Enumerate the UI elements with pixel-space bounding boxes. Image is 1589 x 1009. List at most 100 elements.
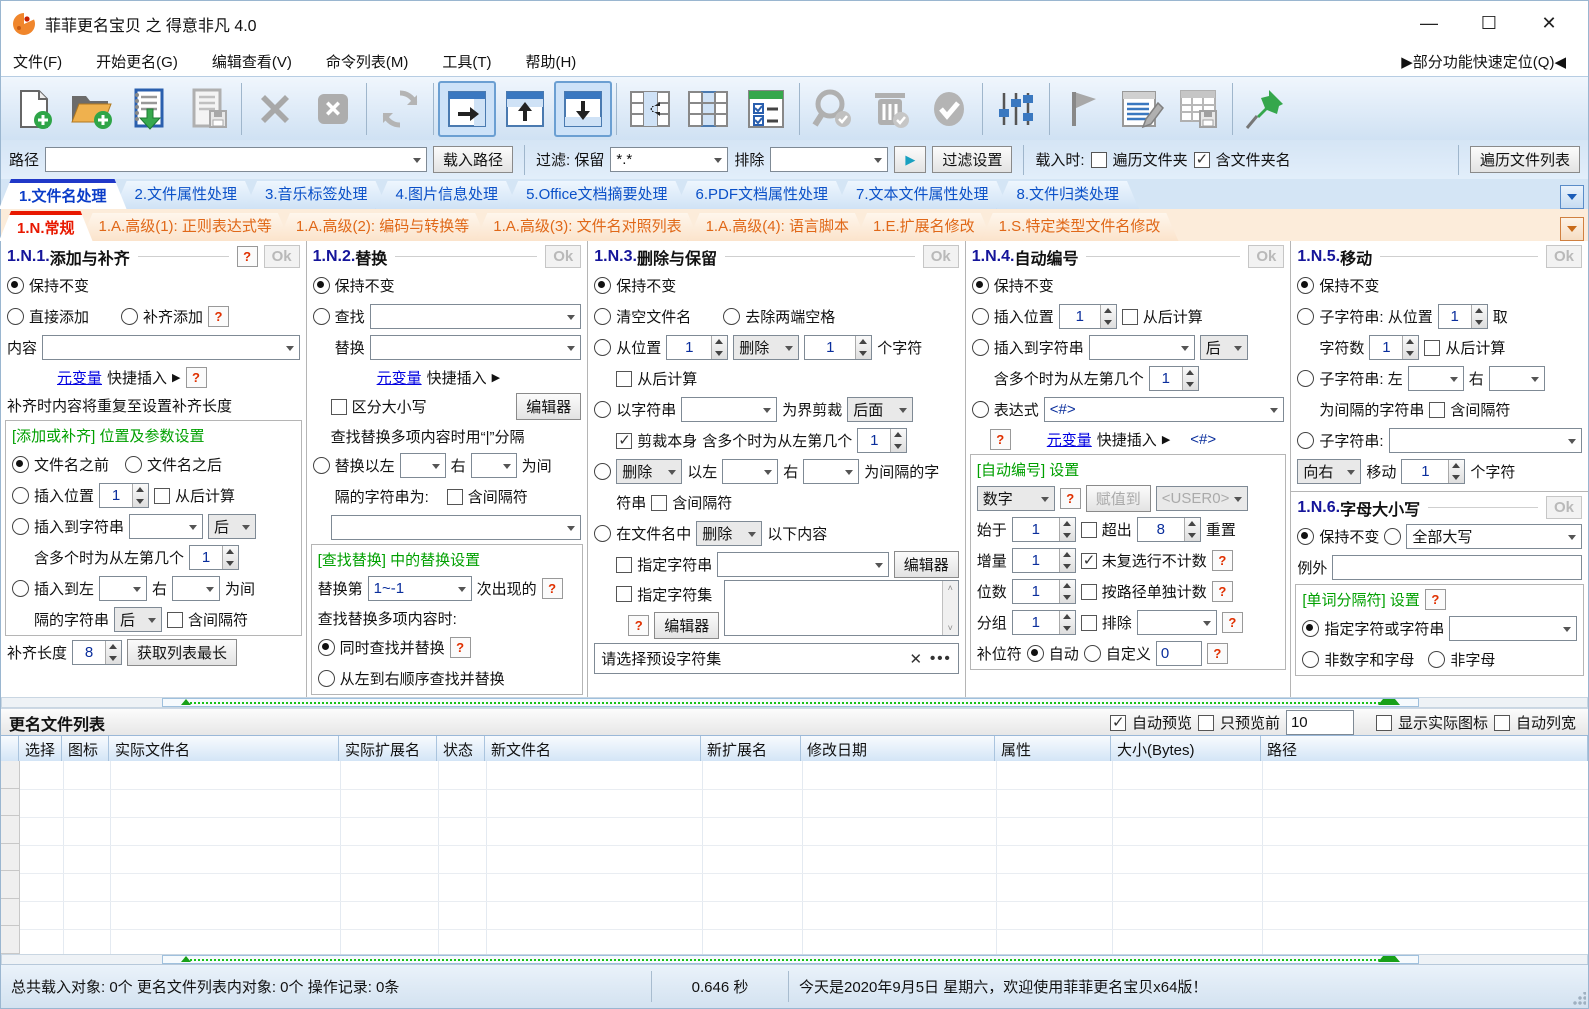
p4-overflow-checkbox[interactable] <box>1080 521 1097 538</box>
p4-per-path-checkbox[interactable] <box>1080 583 1097 600</box>
p4-assign-button[interactable]: 赋值到 <box>1085 485 1151 512</box>
p1-incl-sep-checkbox[interactable] <box>167 611 184 628</box>
p6-spec-char-radio[interactable] <box>1302 620 1320 637</box>
p1-content-combobox[interactable] <box>42 335 300 360</box>
p4-keep-radio[interactable] <box>971 277 989 294</box>
p3-clear-radio[interactable] <box>594 308 612 325</box>
p4-multi-spinner[interactable]: 1 <box>1148 366 1199 391</box>
p1-insert-pos-spinner[interactable]: 1 <box>99 483 150 508</box>
p2-find-combobox[interactable] <box>369 304 582 329</box>
p4-expr-help[interactable]: ? <box>989 428 1011 450</box>
p3-preset-clear-icon[interactable]: ✕ <box>909 650 922 668</box>
tab-special-types[interactable]: 1.S.特定类型文件名修改 <box>981 213 1179 241</box>
import-list-icon[interactable] <box>121 81 179 137</box>
tab-adv-regex[interactable]: 1.A.高级(1): 正则表达式等 <box>81 213 290 241</box>
p2-metavar-arrow-icon[interactable]: ▶ <box>492 371 500 384</box>
p3-delete-option-combobox[interactable]: 删除 <box>733 335 800 360</box>
new-file-icon[interactable] <box>5 81 63 137</box>
p3-bystring-radio[interactable] <box>594 401 612 418</box>
p2-seq-radio[interactable] <box>317 670 335 687</box>
p6-spec-char-combobox[interactable] <box>1449 616 1577 641</box>
p4-group-spinner[interactable]: 1 <box>1011 610 1076 635</box>
sliders-icon[interactable] <box>987 81 1045 137</box>
filter-combobox[interactable]: *.* <box>610 147 729 172</box>
p3-preset-charset-combobox[interactable]: 请选择预设字符集 ✕ ••• <box>594 643 959 674</box>
p4-after-combobox[interactable]: 后 <box>1199 335 1248 360</box>
delete-icon[interactable] <box>246 81 304 137</box>
show-icons-checkbox[interactable] <box>1375 714 1392 731</box>
p1-insert-str-radio[interactable] <box>12 518 29 535</box>
p1-left-combobox[interactable] <box>99 576 148 601</box>
save-table-icon[interactable] <box>1170 81 1228 137</box>
p4-custom-radio[interactable] <box>1083 645 1101 662</box>
p2-keep-radio[interactable] <box>312 277 330 294</box>
tab-office-summary[interactable]: 5.Office文档摘要处理 <box>506 181 687 209</box>
p4-exclude-help[interactable]: ? <box>1221 612 1243 633</box>
p4-insert-str-radio[interactable] <box>971 339 989 356</box>
p3-incl-sep-checkbox[interactable] <box>651 494 668 511</box>
p2-simul-radio[interactable] <box>317 639 335 656</box>
p1-pad-len-spinner[interactable]: 8 <box>72 640 123 665</box>
p1-metavar-help[interactable]: ? <box>185 366 207 388</box>
traverse-folders-checkbox[interactable] <box>1090 151 1107 168</box>
p4-expr-combobox[interactable]: <#> <box>1043 397 1285 422</box>
p1-metavar-arrow-icon[interactable]: ▶ <box>172 371 180 384</box>
column-select-icon[interactable] <box>679 81 737 137</box>
p4-number-type-combobox[interactable]: 数字 <box>976 486 1055 511</box>
p4-exclude-combobox[interactable] <box>1136 610 1217 635</box>
p3-pos-spinner[interactable]: 1 <box>666 335 729 360</box>
p4-insert-pos-radio[interactable] <box>971 308 989 325</box>
p3-inname-del-combobox[interactable]: 删除 <box>696 521 763 546</box>
p5-left-combobox[interactable] <box>1407 366 1464 391</box>
col-select[interactable]: 选择 <box>19 736 62 762</box>
p3-charset-checkbox[interactable] <box>616 586 633 602</box>
p4-metavar-arrow-icon[interactable]: ▶ <box>1162 433 1170 446</box>
p4-auto-radio[interactable] <box>1026 645 1044 662</box>
menu-help[interactable]: 帮助(H) <box>525 51 576 72</box>
p3-spec-string-checkbox[interactable] <box>616 556 633 573</box>
menu-edit-view[interactable]: 编辑查看(V) <box>212 51 292 72</box>
panel1-help-button[interactable]: ? <box>236 246 258 267</box>
panel4-ok-button[interactable]: Ok <box>1248 245 1285 268</box>
p2-find-radio[interactable] <box>312 308 330 325</box>
p5-direction-combobox[interactable]: 向右 <box>1297 459 1362 484</box>
p4-exclude-checkbox[interactable] <box>1080 614 1097 631</box>
file-table-body[interactable] <box>1 761 1588 955</box>
include-folder-name-checkbox[interactable] <box>1193 150 1210 168</box>
p1-keep-radio[interactable] <box>7 277 24 294</box>
p1-insert-pos-radio[interactable] <box>12 487 29 504</box>
preview-first-checkbox[interactable] <box>1197 714 1214 731</box>
edit-table-icon[interactable] <box>1112 81 1170 137</box>
p2-left-combobox[interactable] <box>399 453 446 478</box>
p4-pad-char-help[interactable]: ? <box>1206 643 1228 664</box>
p3-charset-help[interactable]: ? <box>628 614 650 636</box>
menu-file[interactable]: 文件(F) <box>13 51 62 72</box>
p4-digits-spinner[interactable]: 1 <box>1011 579 1076 604</box>
p5-substr-pos-radio[interactable] <box>1297 308 1315 325</box>
p4-metavar-link[interactable]: 元变量 <box>1047 429 1092 450</box>
p4-overflow-spinner[interactable]: 8 <box>1136 517 1201 542</box>
p2-editor-button[interactable]: 编辑器 <box>516 393 582 420</box>
col-icon[interactable]: 图标 <box>62 736 109 762</box>
path-combobox[interactable] <box>45 147 428 172</box>
panel6-ok-button[interactable]: Ok <box>1545 496 1582 519</box>
p5-incl-sep-checkbox[interactable] <box>1429 401 1446 418</box>
panel-list-splitter[interactable] <box>1 697 1588 708</box>
minimize-button[interactable]: — <box>1414 9 1444 39</box>
column-move-left-icon[interactable] <box>621 81 679 137</box>
col-actual-ext[interactable]: 实际扩展名 <box>339 736 437 762</box>
tab-ext-modify[interactable]: 1.E.扩展名修改 <box>855 213 993 241</box>
check-options-icon[interactable] <box>737 81 795 137</box>
save-list-icon[interactable] <box>179 81 237 137</box>
p1-right-combobox[interactable] <box>172 576 221 601</box>
p3-crop-self-checkbox[interactable] <box>616 431 633 449</box>
p2-between-radio[interactable] <box>312 457 330 474</box>
p1-metavar-link[interactable]: 元变量 <box>57 367 102 388</box>
p1-before-radio[interactable] <box>12 456 29 473</box>
p4-start-spinner[interactable]: 1 <box>1011 517 1076 542</box>
p2-between-value-combobox[interactable] <box>330 515 582 540</box>
p3-left-combobox[interactable] <box>722 459 779 484</box>
p4-incr-spinner[interactable]: 1 <box>1011 548 1076 573</box>
p2-simul-help[interactable]: ? <box>449 637 471 658</box>
p5-substr-combobox[interactable] <box>1388 428 1582 453</box>
